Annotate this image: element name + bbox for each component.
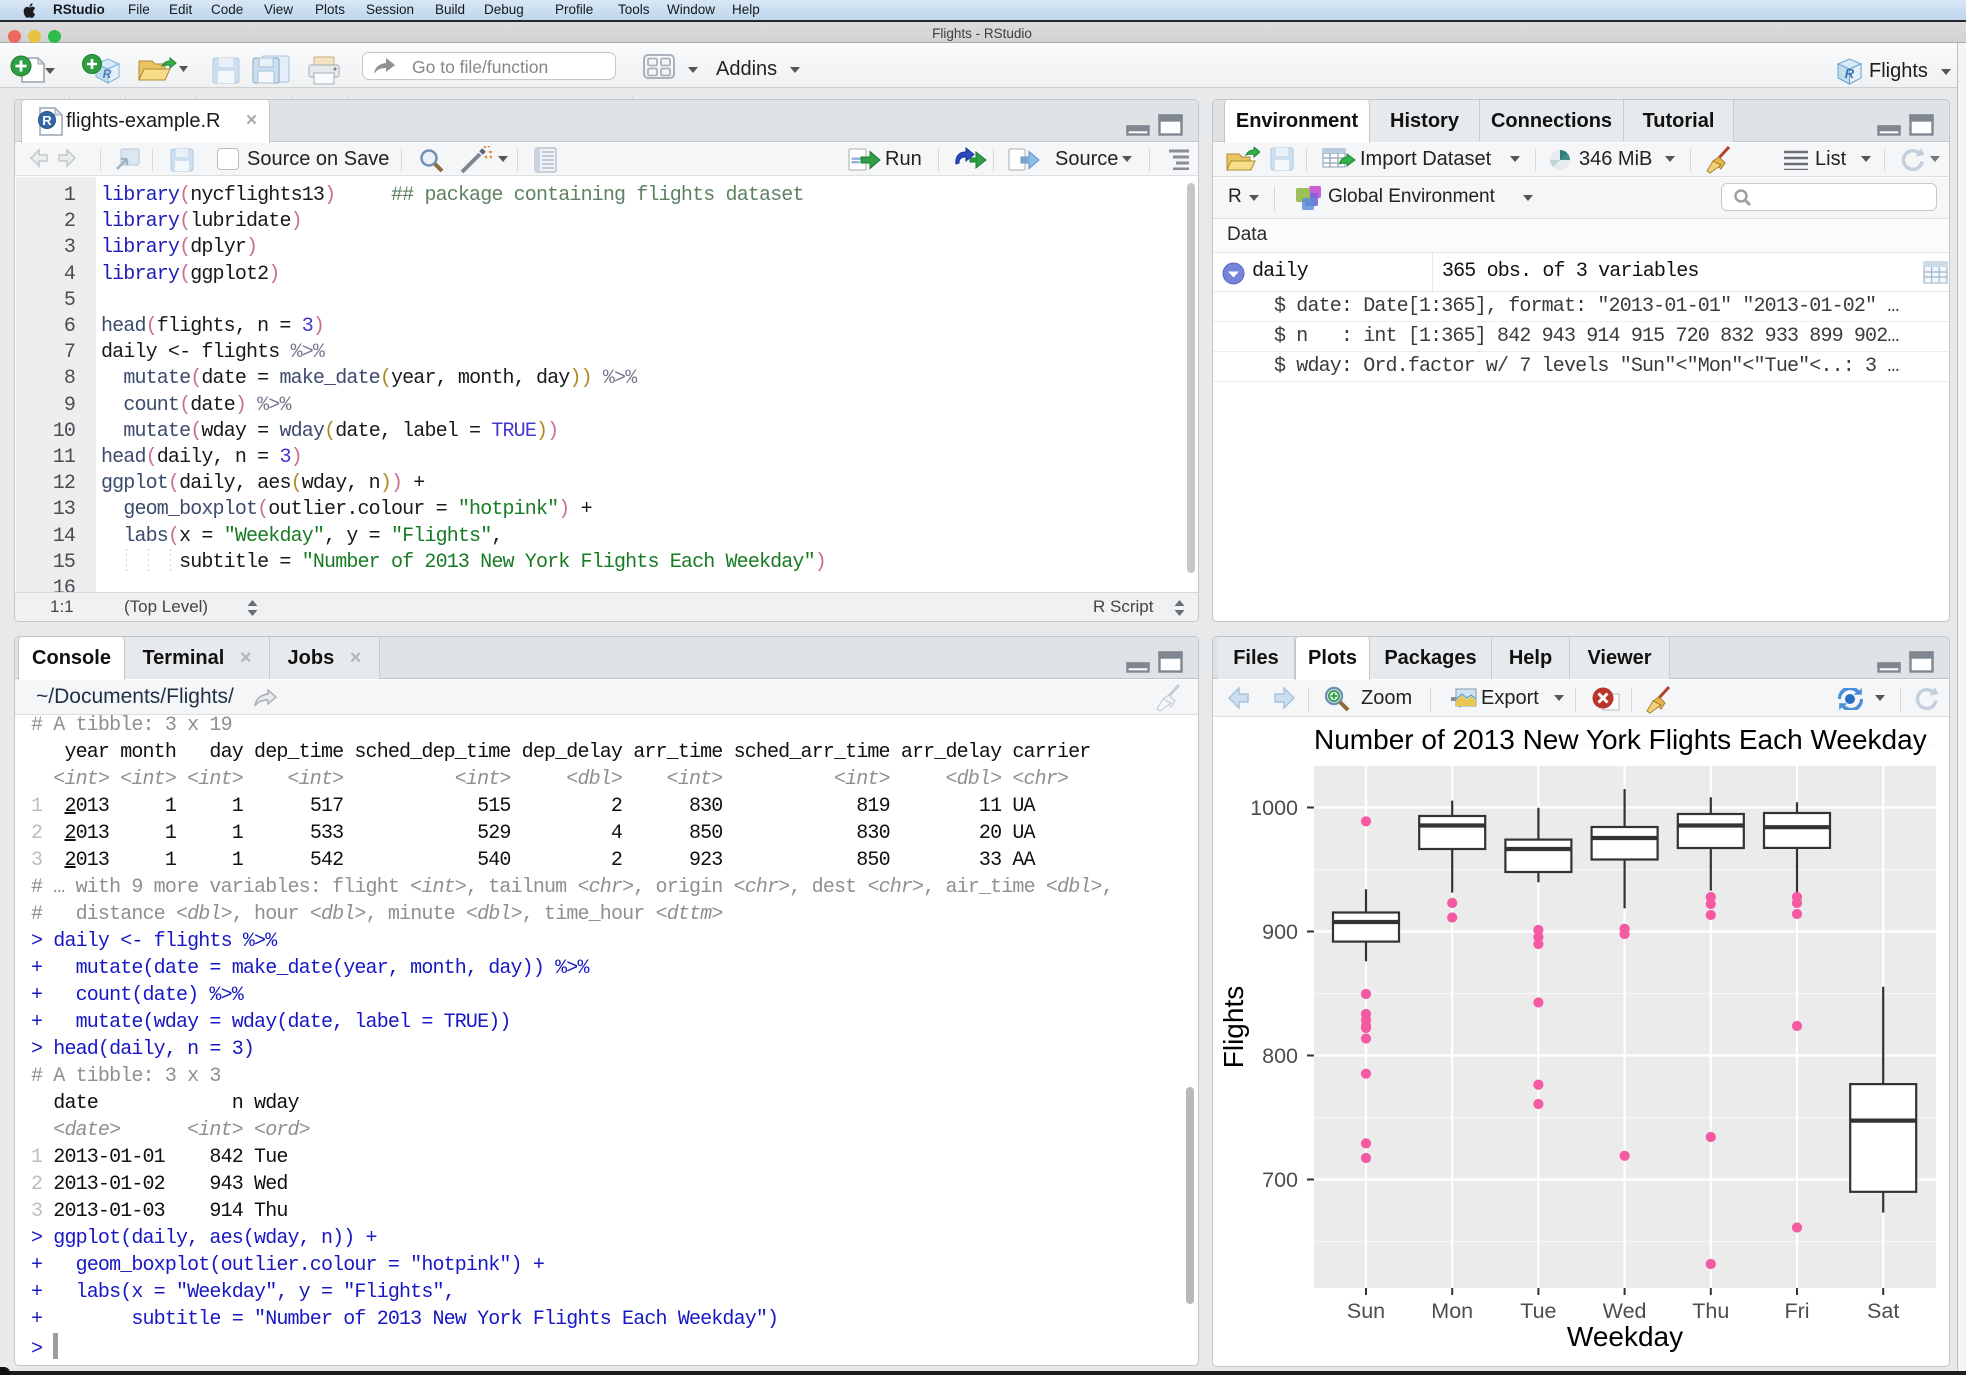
svg-text:800: 800: [1262, 1044, 1298, 1068]
svg-text:R: R: [1845, 66, 1855, 81]
svg-text:R: R: [103, 67, 112, 81]
svg-text:Number of 2013 New York Flight: Number of 2013 New York Flights Each Wee…: [1314, 724, 1927, 755]
svg-text:900: 900: [1262, 920, 1298, 944]
svg-text:Mon: Mon: [1431, 1299, 1473, 1323]
svg-text:Sun: Sun: [1347, 1299, 1385, 1323]
svg-text:Weekday: Weekday: [1567, 1321, 1683, 1352]
svg-text:R: R: [42, 113, 52, 128]
svg-text:700: 700: [1262, 1168, 1298, 1192]
svg-text:Thu: Thu: [1692, 1299, 1729, 1323]
svg-text:Tue: Tue: [1520, 1299, 1556, 1323]
svg-text:Fri: Fri: [1784, 1299, 1809, 1323]
svg-text:Sat: Sat: [1867, 1299, 1899, 1323]
svg-text:Wed: Wed: [1603, 1299, 1647, 1323]
svg-text:1000: 1000: [1250, 796, 1298, 820]
svg-text:Flights: Flights: [1218, 986, 1249, 1068]
